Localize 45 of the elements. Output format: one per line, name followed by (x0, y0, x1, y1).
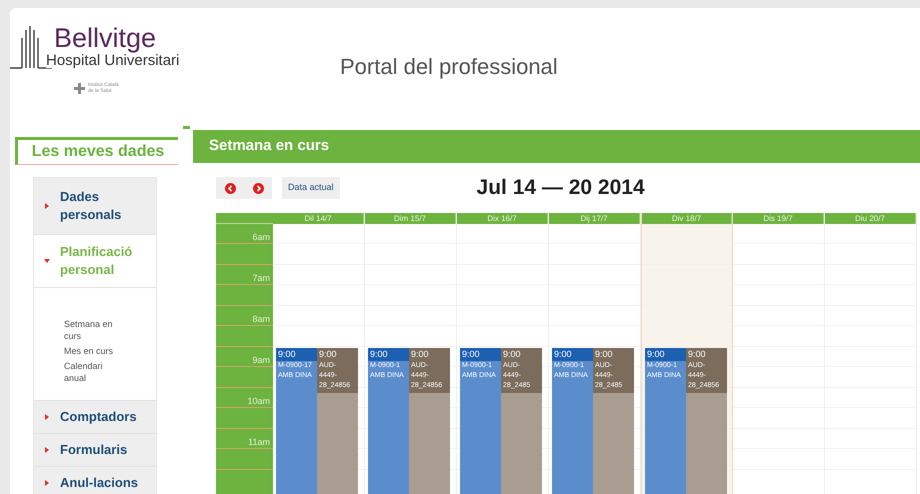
cross-icon (74, 82, 85, 94)
hour-label: 10am (247, 397, 270, 407)
hour-label: 11am (248, 438, 270, 448)
submenu-link[interactable]: Setmana en curs (64, 318, 116, 342)
event-time: 9:00 (461, 348, 481, 361)
hour-label: 8am (252, 315, 270, 325)
day-header: Dim 15/7 (365, 213, 456, 224)
caret-right-icon (44, 414, 50, 420)
caret-right-icon (44, 480, 50, 486)
panel-title: Setmana en curs (209, 136, 330, 156)
event-time: 9:00 (369, 348, 389, 361)
hour-label: 9am (252, 356, 270, 366)
caret-right-icon (44, 203, 50, 209)
event-time: 9:00 (502, 348, 522, 361)
caret-down-icon (44, 258, 50, 264)
event-time: 9:00 (646, 348, 666, 361)
today-button[interactable]: Data actual (282, 177, 340, 199)
menu-item[interactable]: Comptadors (34, 401, 156, 434)
week-range: Jul 14 — 20 2014 (476, 175, 645, 202)
chevron-right-icon (252, 182, 264, 194)
day-header: Dix 16/7 (457, 213, 548, 224)
event-time: 9:00 (410, 348, 430, 361)
menu-item[interactable]: Formularis (34, 434, 156, 467)
day-header: Dij 17/7 (549, 213, 640, 224)
portal-title: Portal del professional (340, 52, 558, 81)
caret-right-icon (44, 447, 50, 453)
logo-name: Bellvitge (54, 25, 158, 52)
event-time: 9:00 (277, 348, 297, 361)
event-time: 9:00 (687, 348, 707, 361)
day-header: Diu 20/7 (825, 213, 916, 224)
event-time: 9:00 (553, 348, 573, 361)
submenu-link[interactable]: Calendari anual (64, 360, 116, 384)
day-header: Div 18/7 (642, 213, 732, 224)
menu-item[interactable]: Dades personals (34, 178, 156, 235)
event-time: 9:00 (318, 348, 338, 361)
logo-subtitle: Hospital Universitari (46, 53, 180, 68)
chevron-left-icon (224, 182, 236, 194)
event-time: 9:00 (594, 348, 614, 361)
hour-label: 6am (252, 233, 270, 243)
menu-item[interactable]: Anul-lacions (34, 467, 156, 494)
tab-marker (183, 126, 190, 129)
hour-label: 7am (252, 274, 270, 284)
day-header: Dil 14/7 (273, 213, 364, 224)
submenu-link[interactable]: Mes en curs (64, 345, 116, 357)
day-header: Dis 19/7 (733, 213, 824, 224)
